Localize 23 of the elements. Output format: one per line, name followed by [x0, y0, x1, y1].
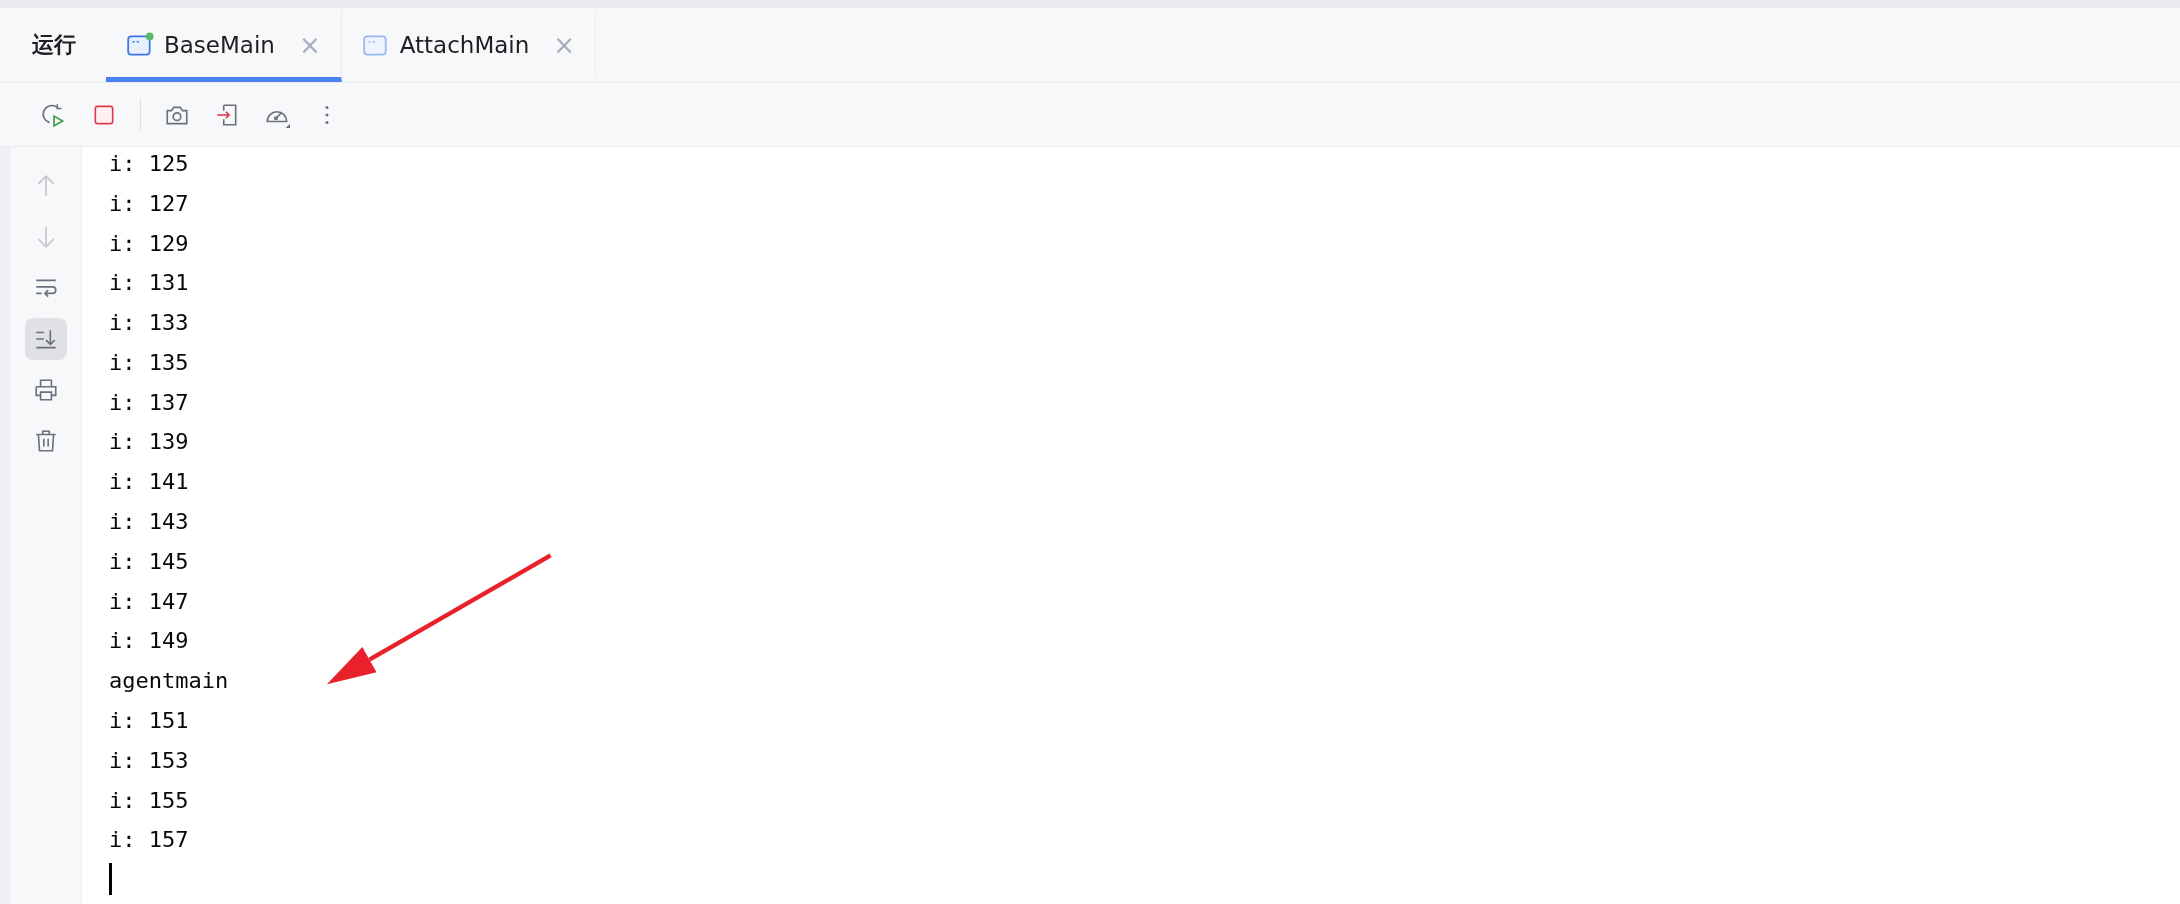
console-line: i: 153	[109, 747, 189, 773]
console-line: agentmain	[109, 668, 229, 694]
tab[interactable]: AttachMain ×	[341, 8, 597, 82]
console-line: i: 149	[109, 628, 189, 654]
console-line: i: 135	[109, 349, 189, 375]
console-line: i: 125	[109, 151, 189, 176]
console-line: i: 151	[109, 707, 189, 733]
text-cursor	[109, 863, 112, 896]
scroll-to-end-icon[interactable]	[24, 318, 67, 360]
console-line: i: 129	[109, 230, 189, 256]
console-line: i: 155	[109, 787, 189, 813]
console-line: i: 145	[109, 548, 189, 574]
console-line: i: 141	[109, 469, 189, 495]
console-line: i: 147	[109, 588, 189, 614]
console-line: i: 131	[109, 270, 189, 296]
console-line: i: 133	[109, 310, 189, 336]
console-line: i: 137	[109, 389, 189, 415]
panel-title: 运行	[32, 31, 76, 59]
console-line: i: 127	[109, 190, 189, 216]
console-line: i: 139	[109, 429, 189, 455]
console-line: i: 143	[109, 509, 189, 535]
console-line: i: 157	[109, 827, 189, 853]
window-icon	[126, 32, 154, 58]
